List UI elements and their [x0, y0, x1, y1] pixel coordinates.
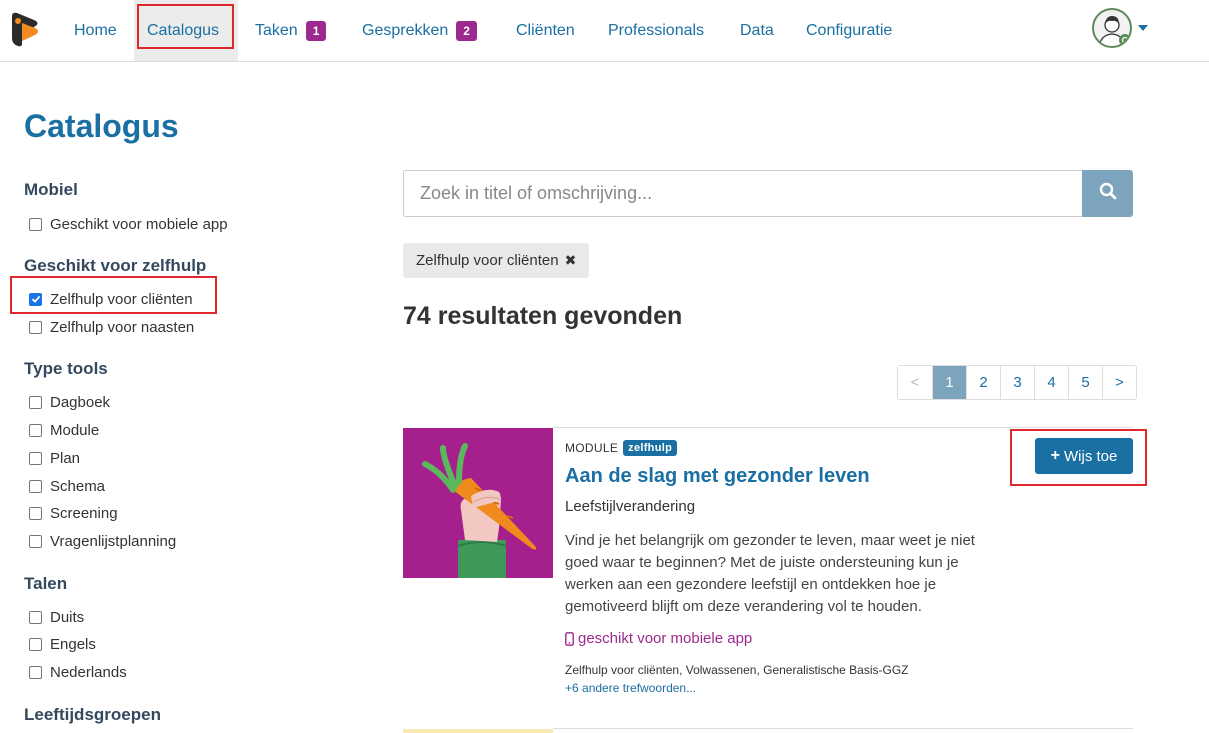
pagination-page-1[interactable]: 1 — [932, 366, 966, 399]
checkbox[interactable] — [29, 534, 42, 548]
filter-option-label: Plan — [50, 449, 81, 467]
wijs-toe-label: Wijs toe — [1064, 447, 1118, 465]
filter-option-label: Duits — [50, 608, 85, 626]
checkbox[interactable] — [29, 506, 42, 520]
card-description: Vind je het belangrijk om gezonder te le… — [565, 532, 975, 615]
card-more-tags-link[interactable]: +6 andere trefwoorden... — [565, 681, 696, 695]
checkbox[interactable] — [29, 395, 42, 409]
pagination: < 1 2 3 4 5 > — [897, 365, 1137, 400]
filter-option-dagboek[interactable]: Dagboek — [29, 392, 110, 412]
search-icon — [1099, 182, 1117, 205]
filter-heading-mobiel: Mobiel — [24, 180, 78, 199]
filter-option-module[interactable]: Module — [29, 420, 99, 440]
card-divider-bottom — [553, 728, 1133, 729]
card-thumbnail-carrot-image[interactable] — [403, 428, 553, 578]
top-navbar: Home Catalogus Taken 1 Gesprekken 2 Cliënt… — [0, 0, 1209, 62]
nav-home-label: Home — [74, 21, 117, 39]
nav-professionals[interactable]: Professionals — [595, 0, 717, 61]
checkbox[interactable] — [29, 451, 42, 465]
card-mobile-indicator: geschikt voor mobiele app — [565, 630, 752, 647]
card-divider — [553, 427, 1133, 428]
filter-heading-talen: Talen — [24, 574, 68, 593]
active-filter-label: Zelfhulp voor cliënten — [416, 252, 559, 269]
zelfhulp-badge: zelfhulp — [623, 440, 678, 456]
app-logo-icon[interactable] — [8, 10, 44, 48]
checkbox[interactable] — [29, 610, 42, 624]
filter-option-label: Module — [50, 421, 100, 439]
caret-down-icon[interactable] — [1138, 25, 1148, 31]
filter-option-plan[interactable]: Plan — [29, 448, 80, 468]
nav-taken-label: Taken — [255, 21, 298, 39]
checkbox[interactable] — [29, 479, 42, 493]
nav-catalogus-label: Catalogus — [147, 21, 220, 39]
filter-option-engels[interactable]: Engels — [29, 634, 96, 654]
nav-professionals-label: Professionals — [608, 21, 705, 39]
active-filter-chip: Zelfhulp voor cliënten ✖ — [403, 243, 590, 278]
checkbox[interactable] — [29, 665, 42, 679]
filter-option-nederlands[interactable]: Nederlands — [29, 662, 127, 682]
filter-heading-leeftijdsgroepen: Leeftijdsgroepen — [24, 705, 161, 724]
nav-home[interactable]: Home — [61, 0, 130, 61]
card-tags: Zelfhulp voor cliënten, Volwassenen, Gen… — [565, 663, 909, 677]
search-input[interactable] — [403, 170, 1083, 217]
filter-option-label: Zelfhulp voor cliënten — [50, 290, 193, 308]
filter-option-label: Screening — [50, 504, 118, 522]
card-subtitle: Leefstijlverandering — [565, 498, 696, 515]
checkbox[interactable] — [29, 320, 42, 334]
mobile-label: geschikt voor mobiele app — [578, 630, 753, 647]
filter-option-label: Geschikt voor mobiele app — [50, 215, 228, 233]
taken-count-badge: 1 — [305, 20, 327, 41]
nav-taken[interactable]: Taken 1 — [242, 0, 339, 61]
filter-option-label: Zelfhulp voor naasten — [50, 318, 195, 336]
pagination-next[interactable]: > — [1102, 366, 1136, 399]
close-icon[interactable]: ✖ — [565, 252, 577, 269]
card-title[interactable]: Aan de slag met gezonder leven — [565, 465, 870, 488]
pagination-page-3[interactable]: 3 — [1000, 366, 1034, 399]
checkbox[interactable] — [29, 637, 42, 651]
filter-option-label: Engels — [50, 635, 96, 653]
nav-gesprekken-label: Gesprekken — [362, 21, 449, 39]
filter-heading-zelfhulp: Geschikt voor zelfhulp — [24, 256, 207, 275]
mobile-phone-icon — [565, 631, 574, 646]
results-count: 74 resultaten gevonden — [403, 302, 683, 330]
page-title: Catalogus — [24, 108, 179, 144]
next-card-thumbnail — [403, 729, 553, 733]
filter-option-duits[interactable]: Duits — [29, 607, 84, 627]
nav-configuratie[interactable]: Configuratie — [793, 0, 905, 61]
plus-icon: + — [1050, 447, 1060, 464]
filter-option-schema[interactable]: Schema — [29, 476, 105, 496]
filter-heading-type-tools: Type tools — [24, 359, 108, 378]
filter-option-zelfhulp-naasten[interactable]: Zelfhulp voor naasten — [29, 317, 194, 337]
nav-clienten[interactable]: Cliënten — [503, 0, 588, 61]
nav-clienten-label: Cliënten — [516, 21, 575, 39]
nav-data[interactable]: Data — [727, 0, 787, 61]
filter-option-label: Dagboek — [50, 393, 111, 411]
pagination-prev[interactable]: < — [898, 366, 932, 399]
filter-option-screening[interactable]: Screening — [29, 503, 118, 523]
pagination-page-4[interactable]: 4 — [1034, 366, 1068, 399]
nav-data-label: Data — [740, 21, 774, 39]
filter-option-label: Schema — [50, 477, 106, 495]
filter-option-zelfhulp-clienten[interactable]: Zelfhulp voor cliënten — [29, 289, 193, 309]
filter-option-label: Nederlands — [50, 663, 127, 681]
gesprekken-count-badge: 2 — [456, 20, 477, 41]
pagination-page-5[interactable]: 5 — [1068, 366, 1102, 399]
search-button[interactable] — [1082, 170, 1133, 217]
checkbox[interactable] — [29, 423, 42, 437]
filter-option-label: Vragenlijstplanning — [50, 532, 177, 550]
card-type: MODULE zelfhulp — [565, 440, 678, 456]
filter-option-mobiele-app[interactable]: Geschikt voor mobiele app — [29, 214, 228, 234]
nav-gesprekken[interactable]: Gesprekken 2 — [349, 0, 490, 61]
filter-option-vragenlijstplanning[interactable]: Vragenlijstplanning — [29, 531, 176, 551]
checkbox-checked[interactable] — [29, 292, 42, 306]
checkbox[interactable] — [29, 217, 42, 231]
nav-configuratie-label: Configuratie — [806, 21, 893, 39]
nav-catalogus[interactable]: Catalogus — [134, 0, 238, 61]
wijs-toe-button[interactable]: + Wijs toe — [1035, 438, 1133, 474]
card-type-label: MODULE — [565, 441, 619, 455]
pagination-page-2[interactable]: 2 — [966, 366, 1000, 399]
user-avatar-icon[interactable] — [1092, 8, 1132, 48]
